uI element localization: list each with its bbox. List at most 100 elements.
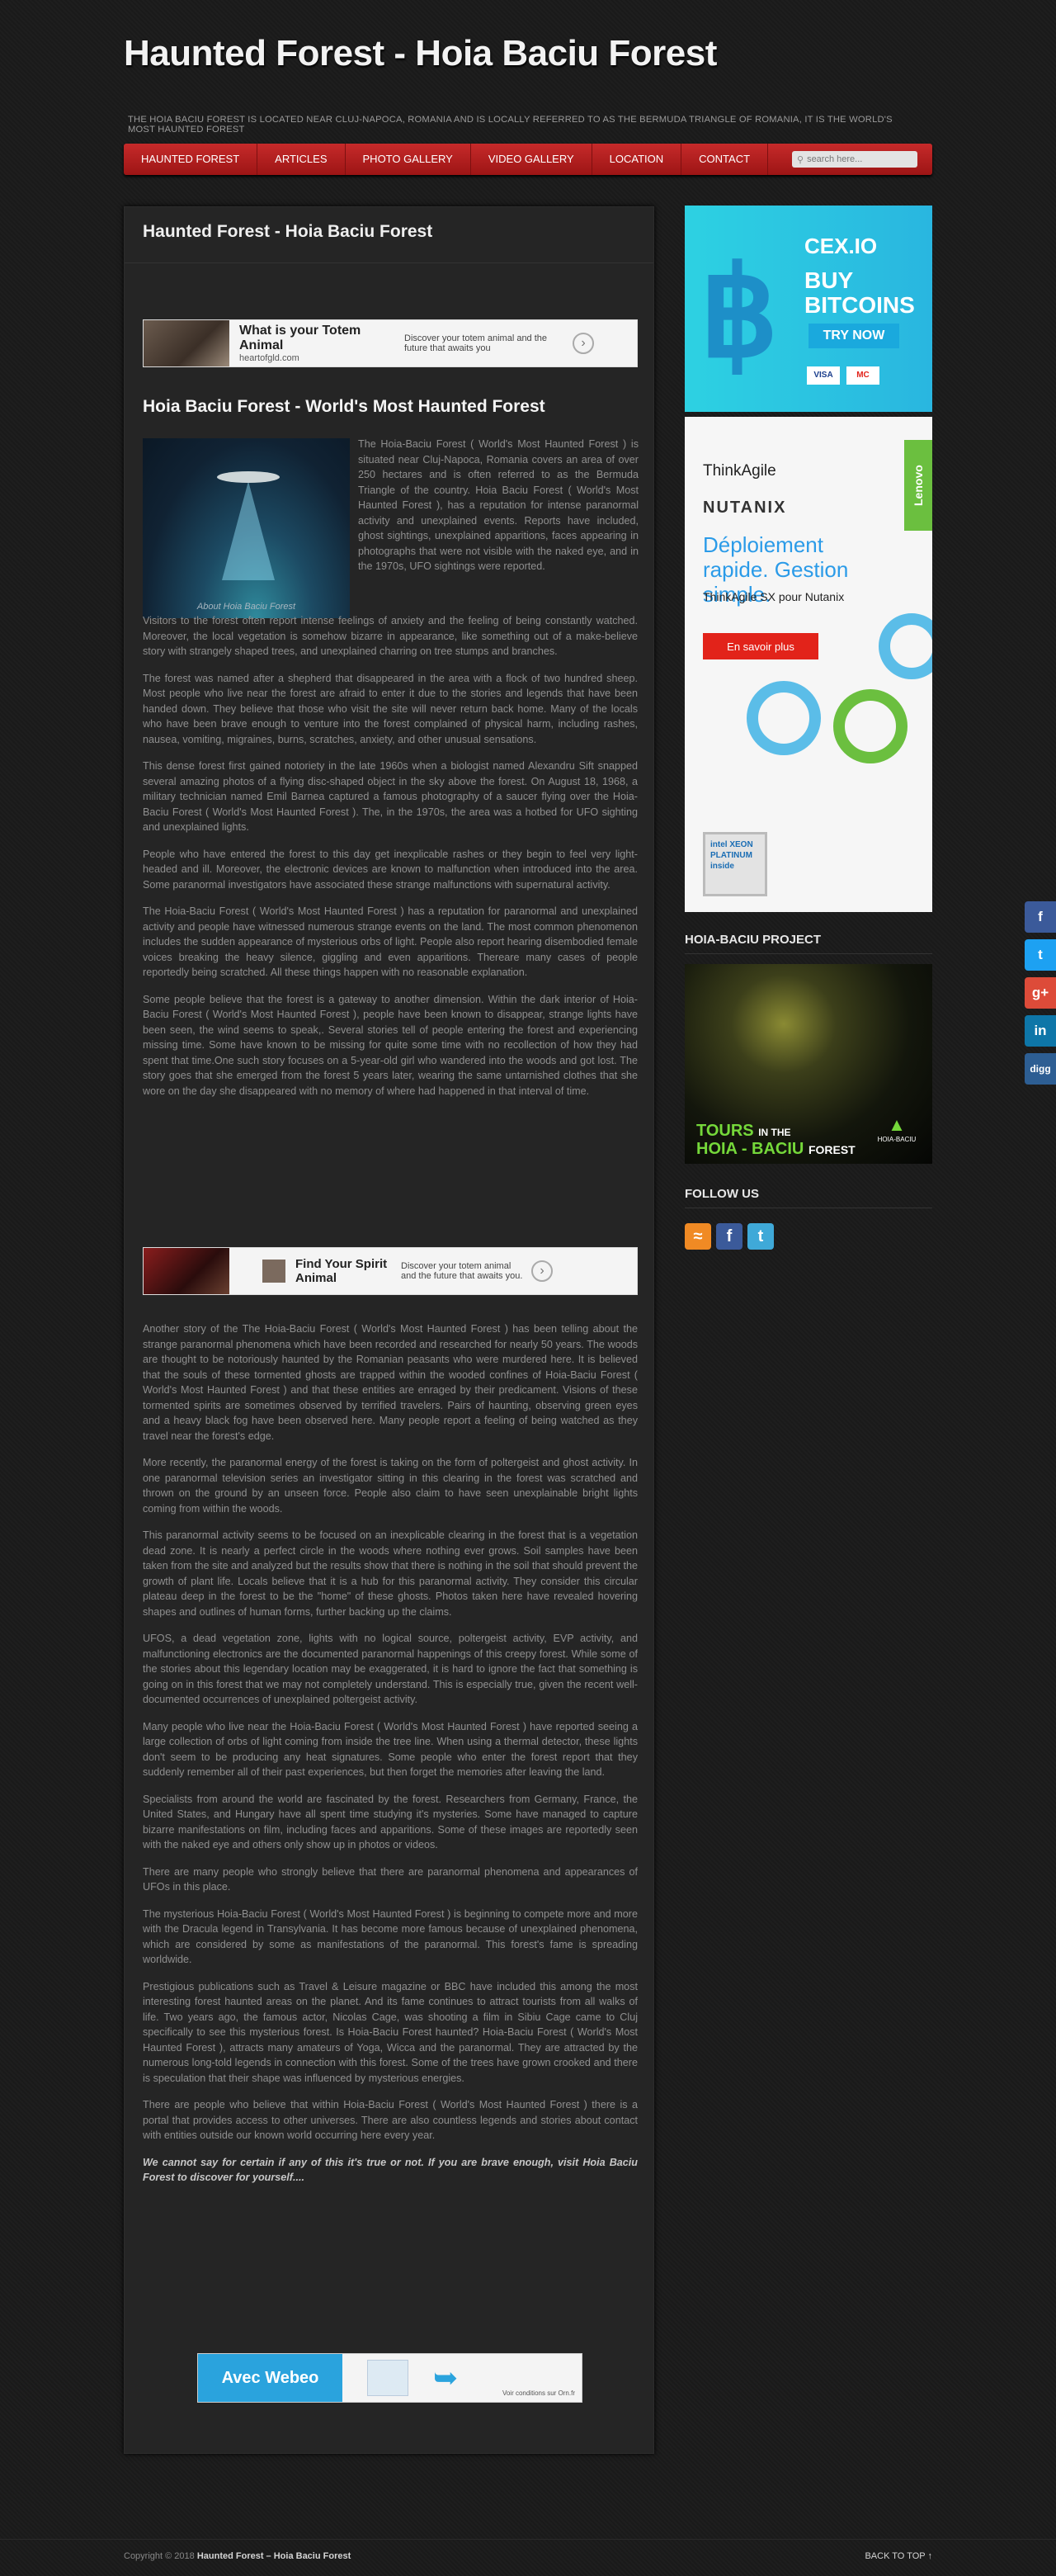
linkedin-share-icon[interactable]: in [1025, 1015, 1056, 1047]
ad-avatar [262, 1260, 285, 1283]
ad-brand: Avec Webeo [198, 2354, 342, 2402]
paragraph: Another story of the The Hoia-Baciu Fore… [143, 1323, 638, 1442]
light-beam [222, 481, 275, 580]
mastercard-icon: MC [846, 366, 879, 385]
facebook-icon[interactable]: f [716, 1223, 742, 1250]
paragraph: There are many people who strongly belie… [143, 1865, 638, 1893]
ad-product-image [367, 2360, 408, 2396]
tours-word: TOURS [696, 1122, 754, 1140]
visa-icon: VISA [807, 366, 840, 385]
ad-thumbnail [144, 320, 229, 366]
tours-forest: FOREST [808, 1143, 856, 1156]
paragraph: Many people who live near the Hoia-Baciu… [143, 1720, 638, 1779]
paragraph: More recently, the paranormal energy of … [143, 1457, 638, 1515]
nav-location[interactable]: LOCATION [592, 144, 682, 175]
twitter-icon[interactable]: t [747, 1223, 774, 1250]
bitcoin-icon: ฿ [700, 243, 779, 382]
footer: Copyright © 2018 Haunted Forest – Hoia B… [0, 2539, 1056, 2576]
ad-banner-top[interactable]: What is your Totem Animal heartofgld.com… [143, 319, 638, 367]
paragraph: Visitors to the forest often report inte… [143, 615, 638, 657]
main-navigation: HAUNTED FOREST ARTICLES PHOTO GALLERY VI… [124, 144, 932, 175]
paragraph: This paranormal activity seems to be foc… [143, 1529, 638, 1618]
article-body-part-2: Another story of the The Hoia-Baciu Fore… [143, 1321, 638, 2197]
cex-logo: CEX.IO [804, 234, 878, 258]
copyright: Copyright © 2018 Haunted Forest – Hoia B… [124, 2551, 351, 2561]
paragraph: Specialists from around the world are fa… [143, 1793, 638, 1851]
hoia-logo-text: HOIA-BACIU [877, 1136, 917, 1143]
post-title: Haunted Forest - Hoia Baciu Forest [125, 207, 653, 263]
ad-banner-bottom[interactable]: Avec Webeo ➥ Voir conditions sur Orn.fr [197, 2353, 582, 2403]
gear-graphic [879, 613, 932, 679]
back-to-top-link[interactable]: BACK TO TOP ↑ [865, 2551, 932, 2561]
site-description: The Hoia Baciu Forest is located near Cl… [128, 115, 893, 135]
try-now-button[interactable]: TRY NOW [808, 324, 899, 348]
sidebar-ad-cex[interactable]: ฿ CEX.IO BUY BITCOINS TRY NOW VISA MC [685, 206, 932, 412]
ad-description: Discover your totem animal and the futur… [401, 1261, 523, 1281]
search-box: ⚲ [792, 151, 917, 168]
ad-headline: Find Your Spirit Animal [295, 1257, 388, 1285]
hoia-tours-banner[interactable]: TOURS IN THE HOIA - BACIU FOREST ▲ HOIA-… [685, 964, 932, 1164]
chevron-right-icon[interactable]: › [573, 333, 594, 354]
paragraph: Some people believe that the forest is a… [143, 993, 638, 1097]
paragraph: UFOS, a dead vegetation zone, lights wit… [143, 1633, 638, 1705]
nav-photo-gallery[interactable]: PHOTO GALLERY [346, 144, 471, 175]
gear-graphic [747, 681, 821, 755]
twitter-share-icon[interactable]: t [1025, 939, 1056, 971]
feature-image-ufo: About Hoia Baciu Forest [143, 438, 350, 618]
payment-logos: VISA MC [807, 366, 879, 385]
footer-site-link[interactable]: Haunted Forest – Hoia Baciu Forest [197, 2551, 351, 2561]
ad-domain: heartofgld.com [239, 353, 299, 363]
paragraph: There are people who believe that within… [143, 2099, 638, 2141]
chevron-right-icon[interactable]: › [531, 1260, 553, 1282]
nav-contact[interactable]: CONTACT [681, 144, 769, 175]
gear-graphic [833, 689, 908, 763]
ad-brand: ThinkAgile [703, 462, 776, 480]
rss-icon[interactable]: ≈ [685, 1223, 711, 1250]
sidebar-heading-project: HOIA-BACIU PROJECT [685, 933, 822, 947]
digg-share-icon[interactable]: digg [1025, 1053, 1056, 1085]
section-title: Hoia Baciu Forest - World's Most Haunted… [143, 397, 545, 416]
tours-text: TOURS IN THE HOIA - BACIU FOREST [696, 1123, 856, 1158]
nav-haunted-forest[interactable]: HAUNTED FOREST [124, 144, 258, 175]
google-plus-share-icon[interactable]: g+ [1025, 977, 1056, 1009]
ad-footnote: Voir conditions sur Orn.fr [502, 2389, 575, 2397]
search-icon: ⚲ [797, 154, 804, 165]
search-input[interactable] [807, 154, 907, 164]
article-body-part-1: Visitors to the forest often report inte… [143, 613, 638, 1110]
closing-paragraph: We cannot say for certain if any of this… [143, 2156, 638, 2184]
ad-subtitle: ThinkAgile SX pour Nutanix [703, 590, 845, 603]
image-caption: About Hoia Baciu Forest [196, 602, 296, 612]
paragraph: The mysterious Hoia-Baciu Forest ( World… [143, 1907, 638, 1966]
social-share-bar: f t g+ in digg [1025, 901, 1056, 1085]
hoia-baciu-logo: ▲ HOIA-BACIU [876, 1114, 917, 1154]
paragraph: The Hoia-Baciu Forest ( World's Most Hau… [143, 905, 638, 978]
ad-thumbnail [144, 1248, 229, 1294]
lenovo-logo: Lenovo [904, 440, 932, 531]
sidebar-ad-lenovo[interactable]: Lenovo ThinkAgile NUTANIX Déploiement ra… [685, 417, 932, 912]
ufo-saucer [217, 471, 280, 483]
paragraph: People who have entered the forest to th… [143, 848, 638, 891]
tours-location: HOIA - BACIU [696, 1140, 804, 1158]
copyright-text: Copyright © 2018 [124, 2551, 195, 2561]
site-title[interactable]: Haunted Forest - Hoia Baciu Forest [124, 33, 717, 74]
main-content: Haunted Forest - Hoia Baciu Forest What … [124, 206, 654, 2454]
nav-video-gallery[interactable]: VIDEO GALLERY [471, 144, 592, 175]
ad-text-group: What is your Totem Animal heartofgld.com [239, 324, 371, 363]
ad-description: Discover your totem animal and the futur… [404, 333, 548, 353]
intro-paragraph: The Hoia-Baciu Forest ( World's Most Hau… [358, 438, 639, 572]
ad-banner-mid[interactable]: Find Your Spirit Animal Discover your to… [143, 1247, 638, 1295]
tree-icon: ▲ [888, 1114, 906, 1135]
learn-more-button[interactable]: En savoir plus [703, 633, 818, 659]
tours-in-the: IN THE [758, 1127, 791, 1138]
intel-xeon-badge: intel XEON PLATINUM inside [703, 832, 767, 896]
ad-headline: BUY BITCOINS [804, 267, 915, 318]
sidebar-heading-follow: FOLLOW US [685, 1187, 759, 1201]
arrow-icon: ➥ [433, 2361, 459, 2394]
divider [685, 953, 932, 954]
facebook-share-icon[interactable]: f [1025, 901, 1056, 933]
paragraph: This dense forest first gained notoriety… [143, 760, 638, 833]
ad-partner-logo: NUTANIX [703, 499, 787, 517]
paragraph: The forest was named after a shepherd th… [143, 672, 638, 745]
nav-articles[interactable]: ARTICLES [257, 144, 346, 175]
ad-headline: What is your Totem Animal [239, 324, 361, 352]
